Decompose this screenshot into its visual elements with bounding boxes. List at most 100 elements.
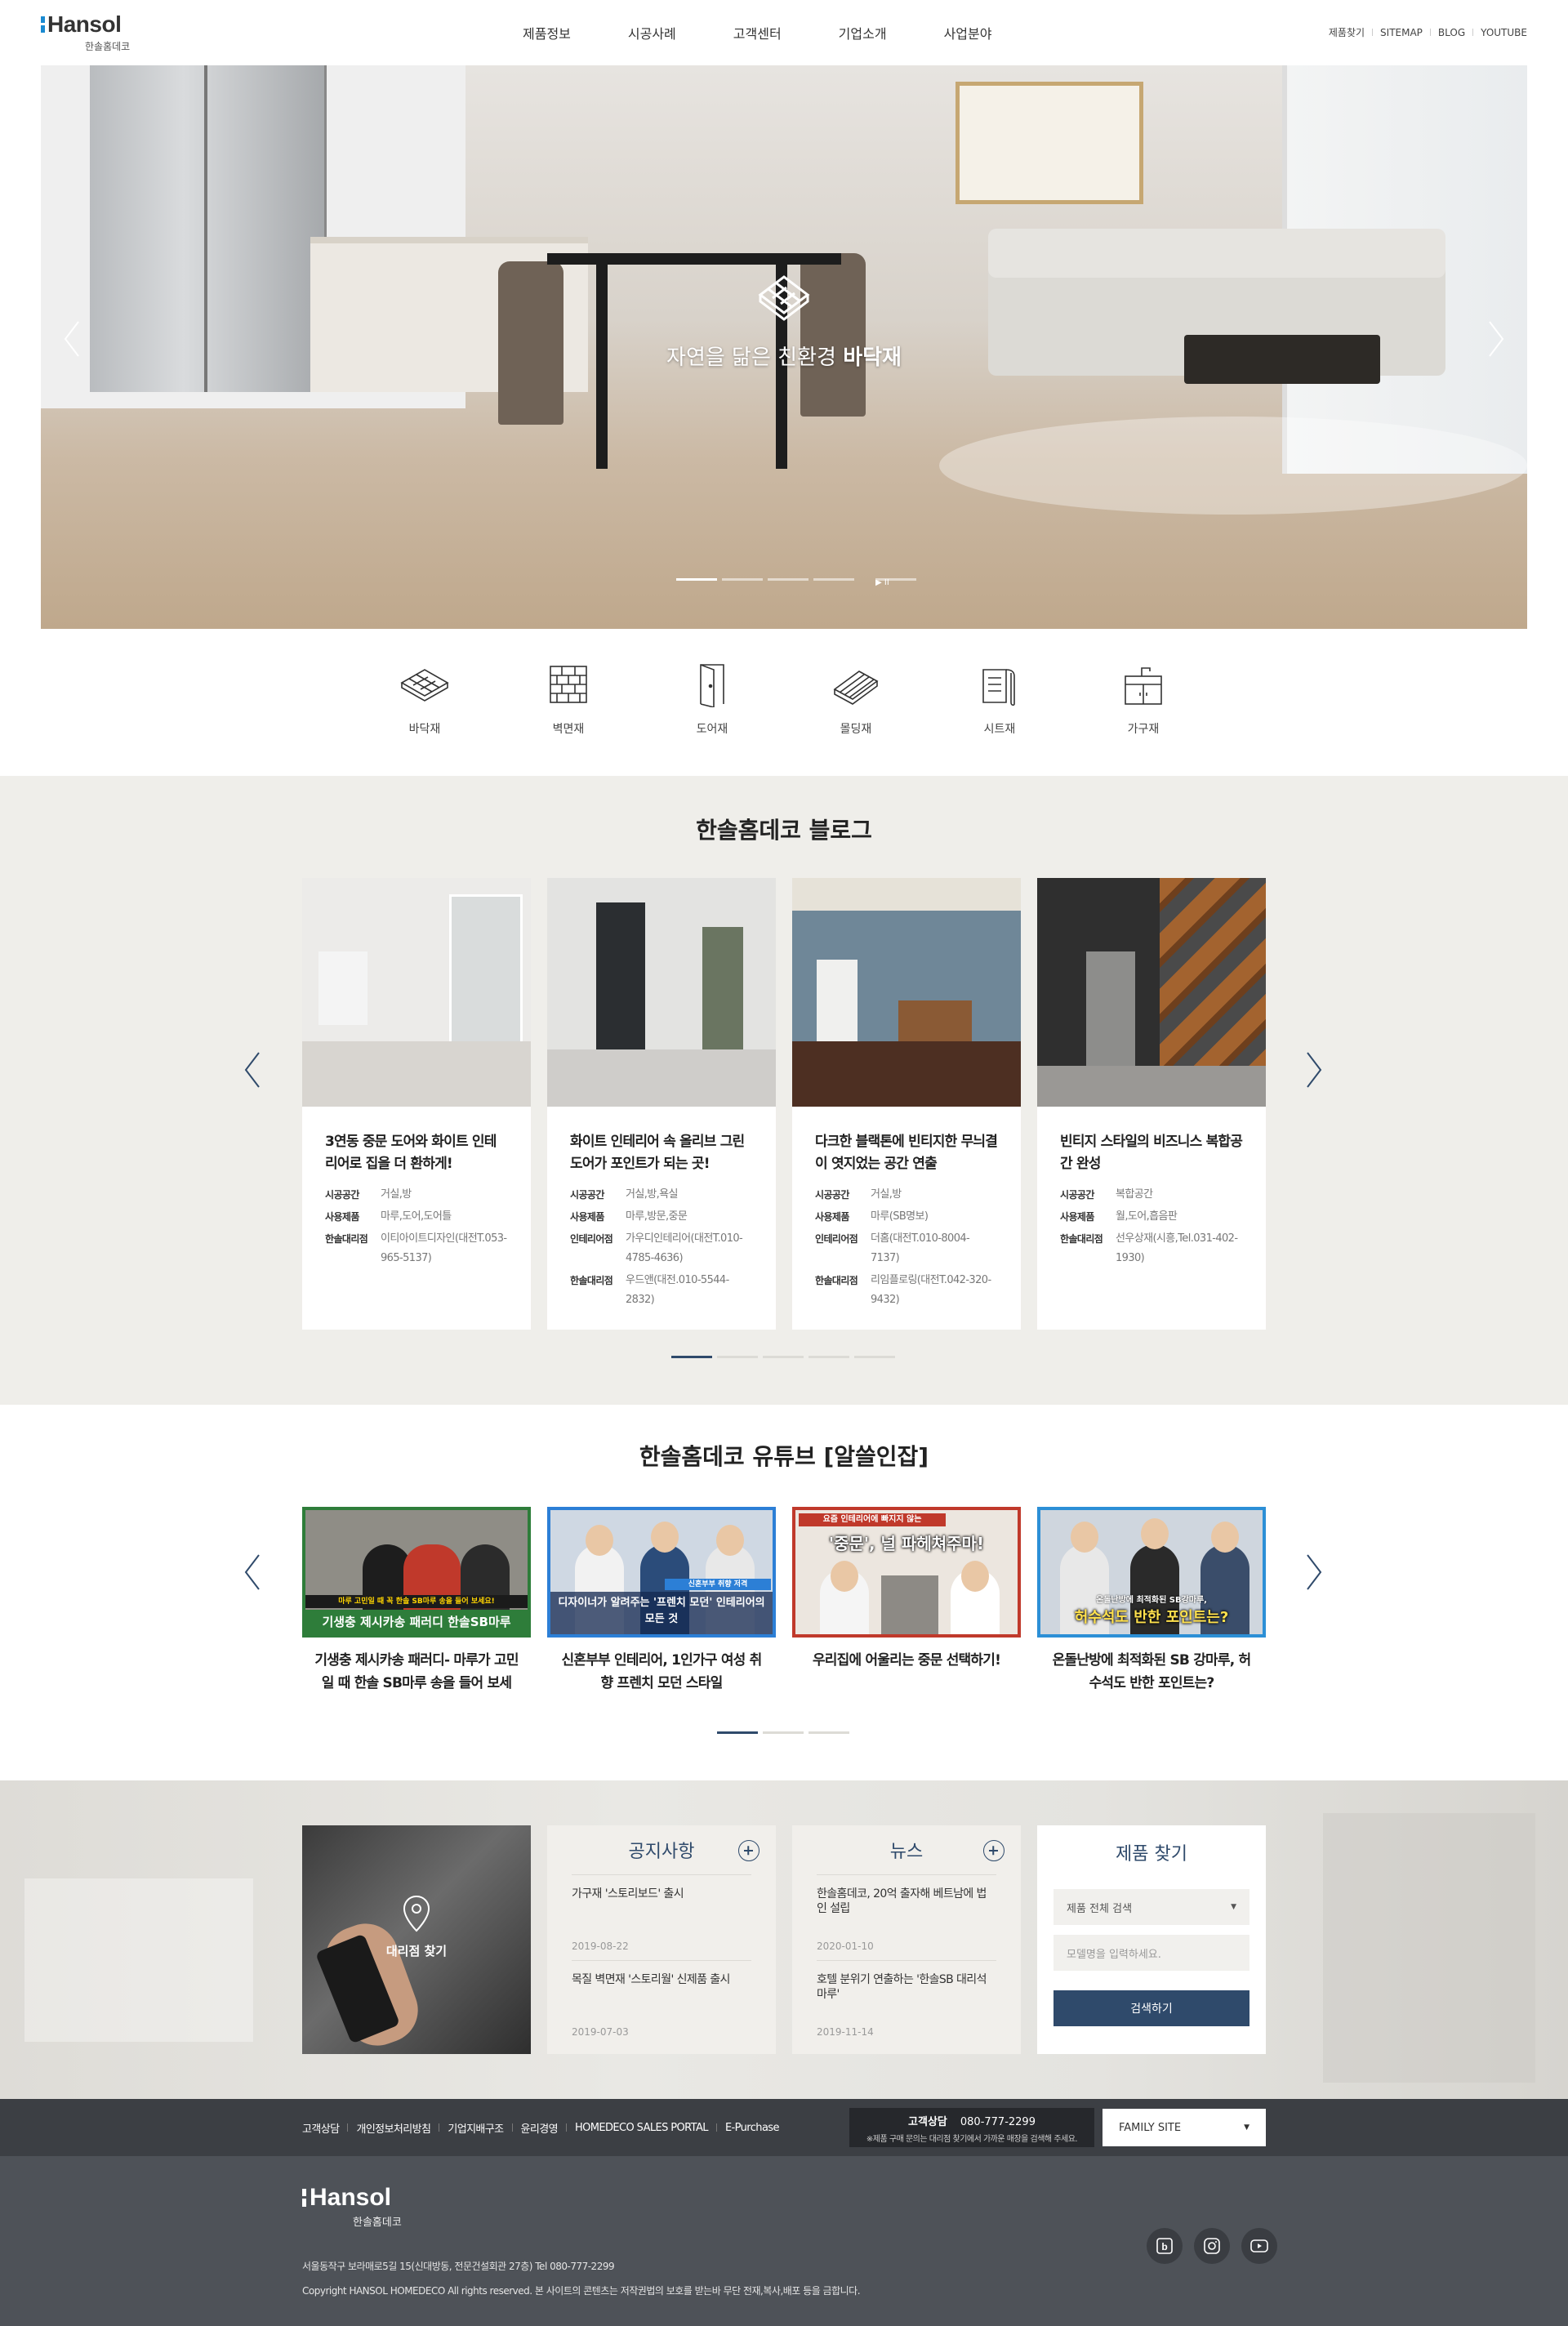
hero-dot[interactable] — [722, 578, 763, 581]
blog-card[interactable]: 다크한 블랙톤에 빈티지한 무늬결이 엿지었는 공간 연출 시공공간 거실,방 사… — [792, 878, 1021, 1330]
hero-next-arrow-icon[interactable] — [1483, 319, 1508, 359]
youtube-card[interactable]: 신혼부부 취향 저격 디자이너가 알려주는 '프렌치 모던' 인테리어의 모든 … — [547, 1507, 776, 1695]
hansol-logo-mark-icon — [41, 16, 45, 33]
news-item[interactable]: 한솔홈데코, 20억 출자해 베트남에 법인 설립 2020-01-10 — [817, 1874, 996, 1960]
family-site-select[interactable]: FAMILY SITE ▼ — [1102, 2109, 1266, 2146]
youtube-thumbnail: 신혼부부 취향 저격 디자이너가 알려주는 '프렌치 모던' 인테리어의 모든 … — [547, 1507, 776, 1638]
news-item-date: 2019-11-14 — [817, 2026, 874, 2038]
blog-card-title: 화이트 인테리어 속 올리브 그린 도어가 포인트가 되는 곳! — [570, 1134, 745, 1172]
thumbnail-headline: '중문', 널 파헤쳐주마! — [828, 1534, 985, 1553]
youtube-thumbnail: 온돌난방에 최적화된 SB강마루, 허수석도 반한 포인트는? — [1037, 1507, 1266, 1638]
blog-card-photo — [547, 878, 776, 1107]
blog-card-photo — [302, 878, 531, 1107]
category-furniture[interactable]: 가구재 — [1071, 662, 1215, 776]
blog-card-photo — [792, 878, 1021, 1107]
blog-card-row: 인테리어점 가우디인테리어(대전T.010-4785-4636) — [570, 1232, 743, 1264]
youtube-card-title: 신혼부부 인테리어, 1인가구 여성 취향 프렌치 모던 스타일 — [561, 1652, 763, 1691]
category-molding[interactable]: 몰딩재 — [784, 662, 928, 776]
category-flooring[interactable]: 바닥재 — [353, 662, 497, 776]
blog-dot[interactable] — [717, 1356, 758, 1358]
youtube-card-title: 온돌난방에 최적화된 SB 강마루, 허수석도 반한 포인트는? — [1052, 1652, 1251, 1691]
category-sheet[interactable]: 시트재 — [928, 662, 1071, 776]
door-icon — [700, 664, 724, 709]
category-label: 벽면재 — [552, 723, 585, 736]
youtube-dot[interactable] — [808, 1731, 849, 1734]
nav-products[interactable]: 제품정보 — [523, 23, 571, 42]
hero-caption-block: 자연을 닮은 친환경 바닥재 — [41, 265, 1527, 371]
caret-down-icon: ▼ — [1244, 2123, 1250, 2132]
caret-down-icon: ▼ — [1231, 1903, 1236, 1911]
search-button[interactable]: 검색하기 — [1054, 1990, 1250, 2026]
nav-support[interactable]: 고객센터 — [733, 23, 782, 42]
hero-dot[interactable] — [768, 578, 808, 581]
thumbnail-subtext: 온돌난방에 최적화된 SB강마루, — [1096, 1596, 1207, 1605]
footer-link-privacy[interactable]: 개인정보처리방침 — [356, 2120, 430, 2136]
instagram-icon[interactable] — [1194, 2228, 1230, 2264]
util-product-search[interactable]: 제품찾기 — [1329, 25, 1365, 39]
blog-dot[interactable] — [763, 1356, 804, 1358]
util-sitemap[interactable]: SITEMAP — [1380, 27, 1423, 38]
info-bg-photo — [1323, 1813, 1535, 2083]
hero-prev-arrow-icon[interactable] — [60, 319, 85, 359]
youtube-dot[interactable] — [763, 1731, 804, 1734]
youtube-next-arrow-icon[interactable] — [1301, 1552, 1325, 1593]
youtube-card[interactable]: 마루 고민일 때 꼭 한솔 SB마루 송을 들어 보세요! 기생충 제시카송 패… — [302, 1507, 531, 1695]
hero-dot[interactable] — [813, 578, 854, 581]
blog-card-row: 사용제품 마루(SB명보) — [815, 1210, 929, 1223]
blog-dot[interactable] — [808, 1356, 849, 1358]
blog-card[interactable]: 빈티지 스타일의 비즈니스 복합공간 완성 시공공간 복합공간 사용제품 월,도어,… — [1037, 878, 1266, 1330]
util-blog[interactable]: BLOG — [1438, 27, 1465, 38]
cabinet-icon — [1125, 667, 1162, 705]
youtube-icon[interactable] — [1241, 2228, 1277, 2264]
thumbnail-subtext: 요즘 인테리어에 빠지지 않는 — [822, 1515, 922, 1524]
logo[interactable]: Hansol 한솔홈데코 — [41, 11, 130, 53]
nav-company[interactable]: 기업소개 — [839, 23, 887, 42]
agent-finder-card[interactable]: 대리점 찾기 — [302, 1825, 531, 2054]
youtube-dot[interactable] — [717, 1731, 758, 1734]
news-item[interactable]: 호텔 분위기 연출하는 '한솔SB 대리석 마루' 2019-11-14 — [817, 1960, 996, 2046]
divider — [565, 2123, 567, 2132]
notice-item[interactable]: 가구재 '스토리보드' 출시 2019-08-22 — [572, 1874, 751, 1960]
call-number: 080-777-2299 — [960, 2116, 1036, 2128]
blog-dot[interactable] — [671, 1356, 712, 1358]
blog-section: 한솔홈데코 블로그 3연동 중문 도어와 화이트 인테리어로 집을 더 환하게!… — [0, 776, 1568, 1405]
blog-card-row: 사용제품 월,도어,흡음판 — [1060, 1210, 1178, 1223]
footer-link-sales-portal[interactable]: HOMEDECO SALES PORTAL — [575, 2122, 709, 2134]
youtube-card[interactable]: 온돌난방에 최적화된 SB강마루, 허수석도 반한 포인트는? 온돌난방에 최적… — [1037, 1507, 1266, 1695]
model-search-input[interactable]: 모델명을 입력하세요. — [1054, 1935, 1250, 1971]
divider — [1472, 29, 1474, 36]
youtube-thumbnail: 요즘 인테리어에 빠지지 않는 '중문', 널 파헤쳐주마! — [792, 1507, 1021, 1638]
blog-card[interactable]: 화이트 인테리어 속 올리브 그린 도어가 포인트가 되는 곳! 시공공간 거실,… — [547, 878, 776, 1330]
category-door[interactable]: 도어재 — [640, 662, 784, 776]
footer-link-governance[interactable]: 기업지배구조 — [448, 2120, 504, 2136]
nav-cases[interactable]: 시공사례 — [628, 23, 676, 42]
blog-dot[interactable] — [854, 1356, 895, 1358]
info-section: 대리점 찾기 공지사항 가구재 '스토리보드' 출시 2019-08-22 목질… — [0, 1780, 1568, 2099]
nav-business[interactable]: 사업분야 — [944, 23, 992, 42]
blog-card[interactable]: 3연동 중문 도어와 화이트 인테리어로 집을 더 환하게! 시공공간 거실,방 … — [302, 878, 531, 1330]
blog-prev-arrow-icon[interactable] — [241, 1049, 265, 1090]
customer-call-box: 고객상담 080-777-2299 ※제품 구매 문의는 대리점 찾기에서 가까운… — [849, 2108, 1094, 2147]
news-more-plus-icon[interactable] — [983, 1840, 1004, 1861]
divider — [1372, 29, 1374, 36]
blog-card-row: 한솔대리점 우드앤(대전.010-5544-2832) — [570, 1274, 729, 1306]
footer-link-consult[interactable]: 고객상담 — [302, 2120, 340, 2136]
youtube-card[interactable]: 요즘 인테리어에 빠지지 않는 '중문', 널 파헤쳐주마! 우리집에 어울리는… — [792, 1507, 1021, 1695]
notice-item[interactable]: 목질 벽면재 '스토리월' 신제품 출시 2019-07-03 — [572, 1960, 751, 2046]
util-youtube[interactable]: YOUTUBE — [1481, 27, 1527, 38]
news-item-title: 한솔홈데코, 20억 출자해 베트남에 법인 설립 — [817, 1887, 987, 1915]
blog-next-arrow-icon[interactable] — [1301, 1049, 1325, 1090]
notice-panel: 공지사항 가구재 '스토리보드' 출시 2019-08-22 목질 벽면재 '스… — [547, 1825, 776, 2054]
category-wall[interactable]: 벽면재 — [497, 662, 640, 776]
notice-more-plus-icon[interactable] — [738, 1840, 760, 1861]
footer-link-epurchase[interactable]: E-Purchase — [725, 2122, 780, 2134]
footer-link-ethics[interactable]: 윤리경영 — [521, 2120, 559, 2136]
blog-icon[interactable]: b — [1147, 2228, 1183, 2264]
divider — [1429, 29, 1431, 36]
hero-dot[interactable] — [676, 578, 717, 581]
product-category-select[interactable]: 제품 전체 검색 ▼ — [1054, 1889, 1250, 1925]
notice-item-title: 목질 벽면재 '스토리월' 신제품 출시 — [572, 1973, 730, 1986]
youtube-prev-arrow-icon[interactable] — [241, 1552, 265, 1593]
divider — [715, 2123, 717, 2132]
hero-play-pause-icon[interactable]: ▶ II — [875, 578, 916, 587]
